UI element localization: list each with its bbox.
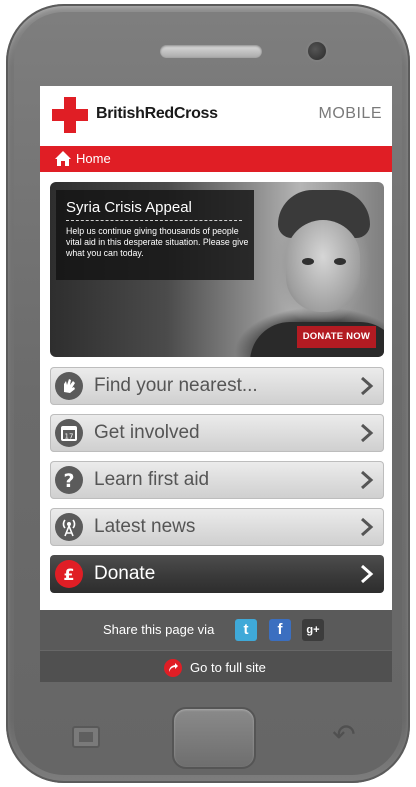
- full-site-label: Go to full site: [190, 660, 266, 675]
- svg-text:?: ?: [63, 470, 74, 492]
- phone-screen: BritishRedCross MOBILE Home Syria Crisis…: [40, 86, 392, 682]
- site-header: BritishRedCross MOBILE: [40, 86, 392, 146]
- red-cross-logo-icon[interactable]: [52, 97, 88, 133]
- phone-menu-button[interactable]: [72, 726, 100, 748]
- menu-item-latest-news[interactable]: Latest news: [50, 508, 384, 546]
- front-camera: [308, 42, 326, 60]
- menu-item-learn-first-aid[interactable]: ? Learn first aid: [50, 461, 384, 499]
- broadcast-icon: [55, 513, 83, 541]
- svg-text:17: 17: [65, 433, 74, 441]
- hand-icon: [55, 372, 83, 400]
- brand-name[interactable]: BritishRedCross: [96, 105, 218, 123]
- share-bar: Share this page via t f g+: [40, 610, 392, 650]
- chevron-right-icon: [361, 517, 374, 537]
- menu-label: Learn first aid: [94, 469, 210, 490]
- menu-label: Find your nearest...: [94, 375, 258, 396]
- menu-label: Donate: [94, 563, 156, 584]
- google-plus-icon[interactable]: g+: [302, 619, 324, 641]
- appeal-text-box: Syria Crisis Appeal Help us continue giv…: [56, 190, 254, 280]
- home-nav-bar[interactable]: Home: [40, 146, 392, 172]
- share-label: Share this page via: [103, 622, 215, 637]
- chevron-right-icon: [361, 376, 374, 396]
- menu-label: Get involved: [94, 422, 200, 443]
- mobile-label: MOBILE: [318, 105, 382, 122]
- appeal-title: Syria Crisis Appeal: [66, 199, 242, 221]
- twitter-icon[interactable]: t: [235, 619, 257, 641]
- phone-home-button[interactable]: [172, 707, 256, 769]
- menu-label: Latest news: [94, 516, 196, 537]
- menu-item-find-nearest[interactable]: Find your nearest...: [50, 367, 384, 405]
- menu-item-get-involved[interactable]: 17 Get involved: [50, 414, 384, 452]
- calendar-icon: 17: [55, 419, 83, 447]
- question-icon: ?: [55, 466, 83, 494]
- appeal-banner[interactable]: Syria Crisis Appeal Help us continue giv…: [50, 182, 384, 357]
- full-site-link[interactable]: Go to full site: [40, 650, 392, 682]
- pound-icon: £: [55, 560, 83, 588]
- appeal-description: Help us continue giving thousands of peo…: [66, 226, 249, 258]
- home-icon: [55, 151, 71, 166]
- chevron-right-icon: [361, 470, 374, 490]
- banner-photo-child-face: [286, 220, 360, 312]
- menu-item-donate[interactable]: £ Donate: [50, 555, 384, 593]
- donate-now-button[interactable]: DONATE NOW: [296, 326, 376, 348]
- chevron-right-icon: [361, 564, 374, 584]
- arrow-circle-icon: [164, 659, 182, 677]
- phone-back-button[interactable]: ↶: [326, 720, 362, 750]
- speaker-grille: [160, 45, 262, 58]
- facebook-icon[interactable]: f: [269, 619, 291, 641]
- svg-text:£: £: [63, 565, 74, 584]
- chevron-right-icon: [361, 423, 374, 443]
- home-link[interactable]: Home: [76, 151, 111, 166]
